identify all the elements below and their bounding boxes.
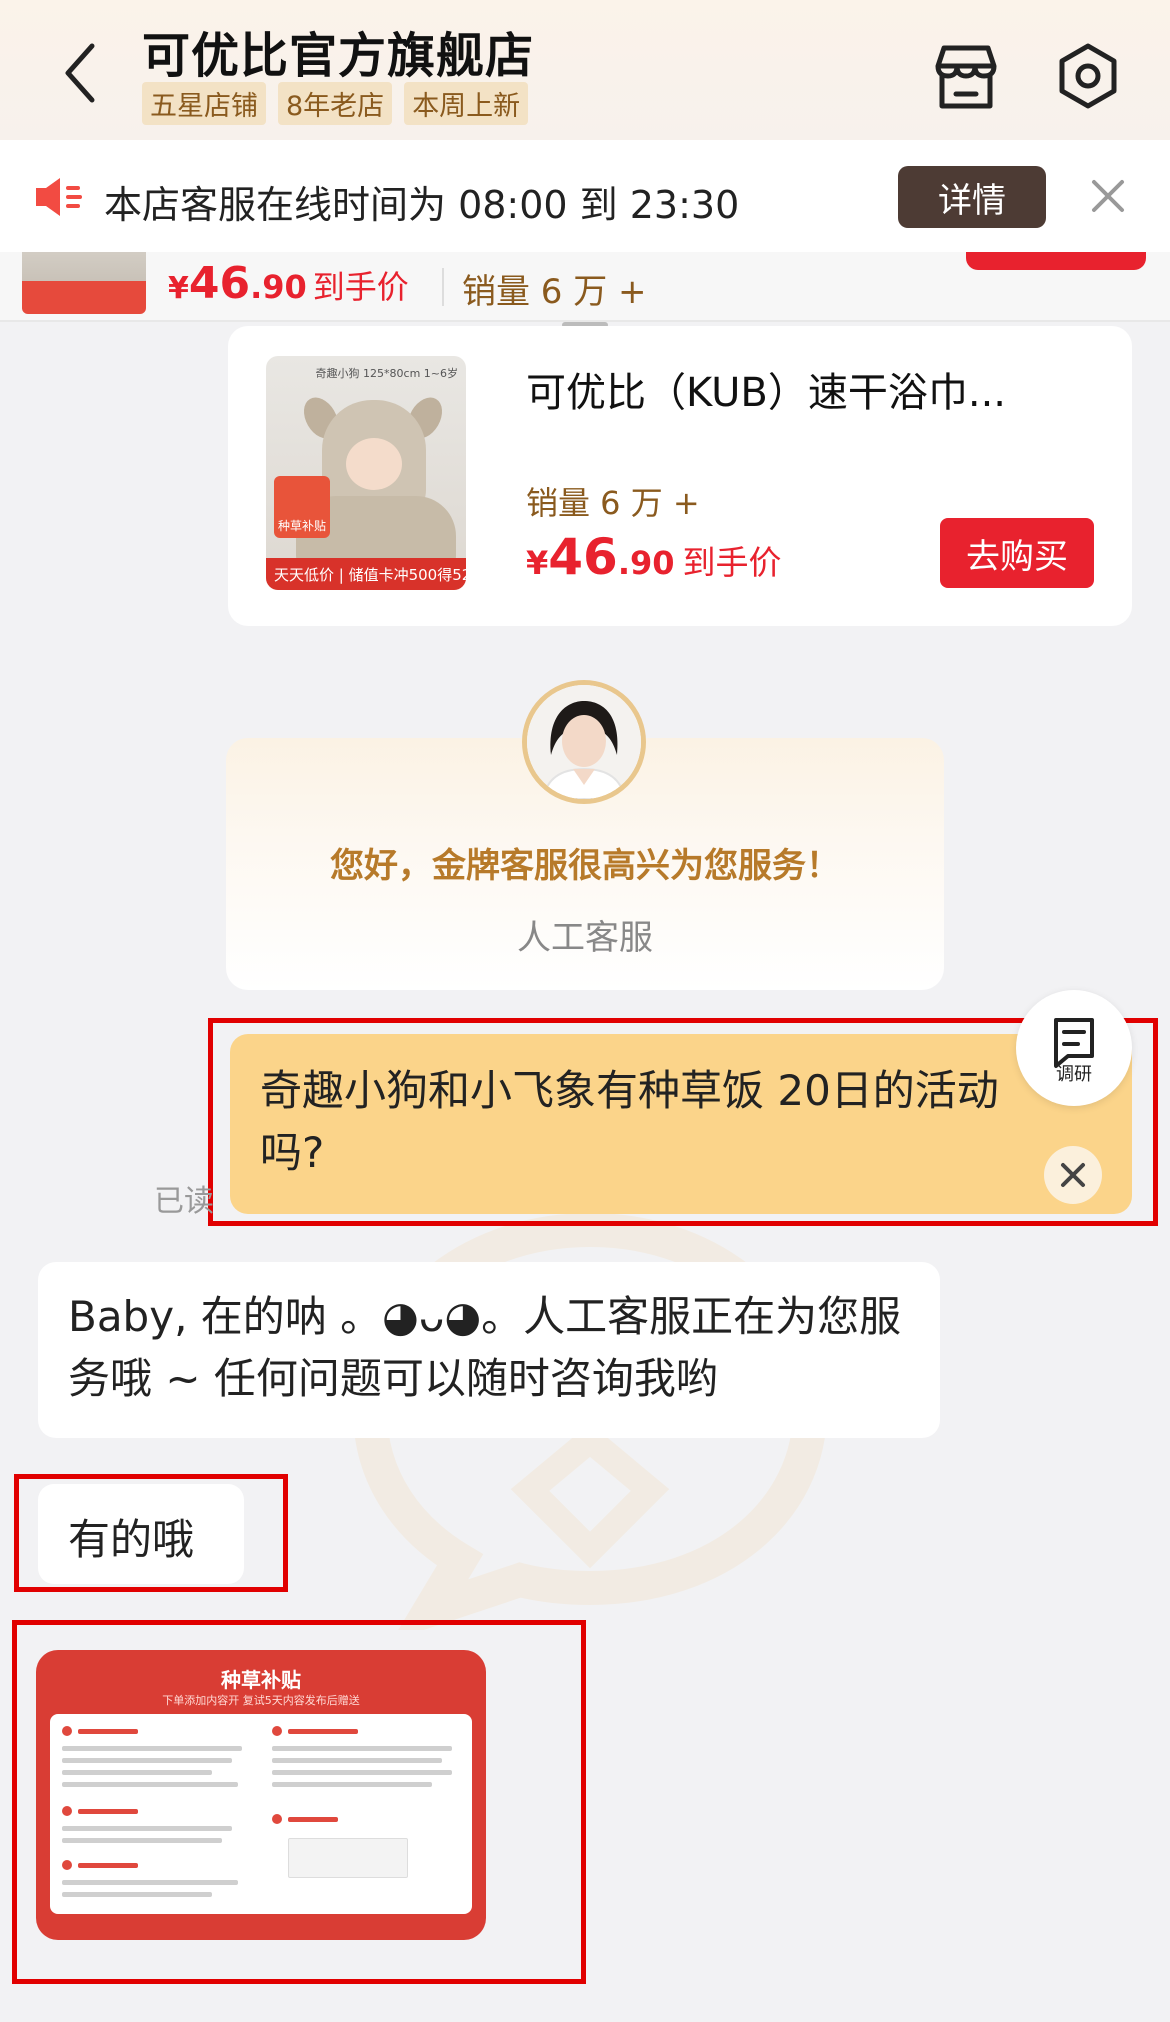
store-tag: 8年老店	[278, 82, 393, 125]
survey-label: 调研	[1056, 1064, 1092, 1085]
price-suffix: 到手价	[312, 268, 409, 306]
highlight-box	[14, 1474, 288, 1592]
buy-button[interactable]: 去购买	[940, 518, 1094, 588]
pinned-buy-button-edge[interactable]	[966, 252, 1146, 270]
highlight-box	[12, 1620, 586, 1984]
price-integer: 46	[548, 528, 618, 586]
agent-type-label: 人工客服	[517, 918, 653, 958]
price-decimal: .90	[617, 544, 675, 582]
subsidy-badge: 种草补贴	[274, 476, 330, 538]
product-card[interactable]: 奇趣小狗 125*80cm 1~6岁 种草补贴 天天低价 | 储值卡冲500得5…	[228, 326, 1132, 626]
divider	[442, 268, 444, 306]
agent-message-bubble[interactable]: Baby, 在的呐 。◕ᴗ◕。人工客服正在为您服务哦 ~ 任何问题可以随时咨询我…	[38, 1262, 940, 1438]
close-icon	[1061, 1163, 1085, 1187]
promo-strip: 天天低价 | 储值卡冲500得520	[266, 558, 466, 590]
greeting-text: 您好，金牌客服很高兴为您服务！	[330, 846, 840, 886]
pinned-product-sales: 销量 6 万 +	[462, 272, 647, 312]
agent-avatar[interactable]	[522, 680, 646, 804]
dismiss-button[interactable]	[1044, 1146, 1102, 1204]
survey-button[interactable]: 调研	[1016, 990, 1132, 1106]
currency-symbol: ¥	[168, 271, 189, 306]
store-header: 可优比官方旗舰店 五星店铺 8年老店 本周上新	[0, 0, 1170, 140]
product-price: ¥46.90 到手价	[526, 528, 782, 586]
product-name[interactable]: 可优比（KUB）速干浴巾...	[526, 360, 1086, 418]
price-integer: 46	[188, 258, 251, 309]
gear-icon	[1059, 43, 1117, 109]
store-tags: 五星店铺 8年老店 本周上新	[142, 82, 529, 125]
agent-message-text: Baby, 在的呐 。◕ᴗ◕。人工客服正在为您服务哦 ~ 任何问题可以随时咨询我…	[68, 1292, 902, 1403]
store-title[interactable]: 可优比官方旗舰店	[142, 16, 534, 86]
settings-button[interactable]	[1050, 38, 1126, 114]
store-tag: 五星店铺	[142, 82, 266, 125]
read-status: 已读	[154, 1184, 214, 1219]
speaker-icon	[36, 178, 82, 216]
agent-portrait	[527, 685, 641, 799]
back-button[interactable]	[50, 38, 110, 108]
service-hours-notice: 本店客服在线时间为 08:00 到 23:30 详情	[0, 140, 1170, 252]
product-sales: 销量 6 万 +	[526, 484, 700, 522]
store-tag: 本周上新	[404, 82, 529, 125]
product-image[interactable]: 奇趣小狗 125*80cm 1~6岁 种草补贴 天天低价 | 储值卡冲500得5…	[266, 356, 466, 590]
close-icon[interactable]	[1088, 176, 1128, 216]
shop-icon	[935, 45, 997, 109]
subsidy-badge-text: 种草补贴	[277, 519, 326, 533]
shop-button[interactable]	[928, 38, 1004, 114]
pinned-product-price: ¥46.90 到手价	[168, 258, 409, 309]
survey-icon	[1054, 1018, 1094, 1068]
currency-symbol: ¥	[526, 544, 549, 582]
notice-text: 本店客服在线时间为 08:00 到 23:30	[104, 183, 740, 227]
price-suffix: 到手价	[682, 543, 782, 582]
price-decimal: .90	[250, 268, 307, 306]
child-face	[346, 438, 402, 490]
pinned-product-thumbnail	[22, 252, 146, 314]
details-button[interactable]: 详情	[898, 166, 1046, 228]
chevron-left-icon	[65, 43, 95, 103]
product-spec-label: 奇趣小狗 125*80cm 1~6岁	[315, 367, 458, 380]
